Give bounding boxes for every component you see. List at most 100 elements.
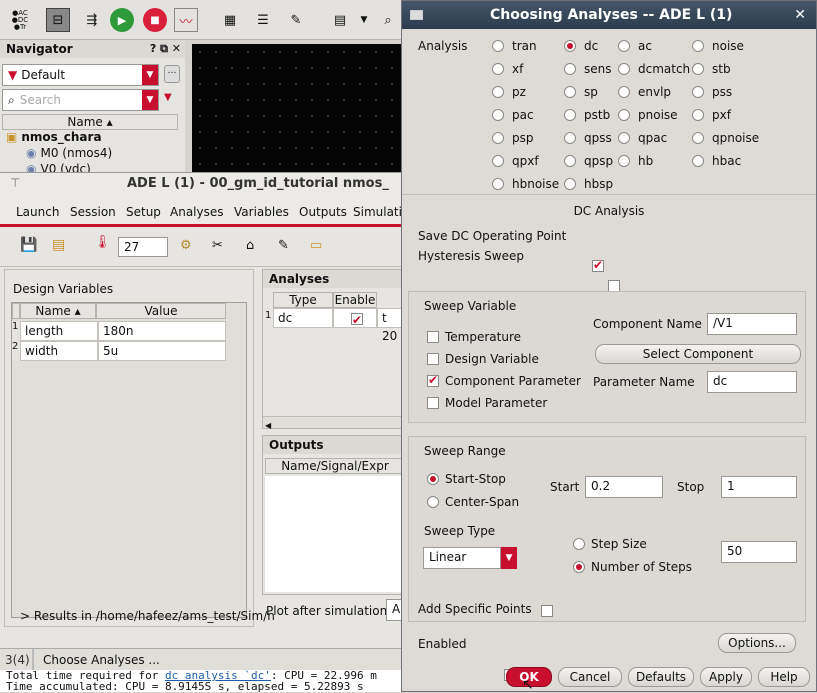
radio[interactable] xyxy=(492,86,504,98)
radio[interactable] xyxy=(618,63,630,75)
radio[interactable] xyxy=(692,132,704,144)
sweep-var-model[interactable]: Model Parameter xyxy=(427,396,547,410)
analysis-option-qpsp[interactable]: qpsp xyxy=(564,154,613,168)
analysis-option-tran[interactable]: tran xyxy=(492,39,537,53)
analysis-option-dc[interactable]: dc xyxy=(564,39,598,53)
list-icon[interactable]: ☰ xyxy=(251,8,275,32)
analysis-option-stb[interactable]: stb xyxy=(692,62,731,76)
analysis-option-pac[interactable]: pac xyxy=(492,108,534,122)
sweep-type-select[interactable]: Linear ▼ xyxy=(423,547,517,569)
num-steps-radio[interactable]: Number of Steps xyxy=(573,560,692,574)
apply-button[interactable]: Apply xyxy=(700,667,752,687)
analysis-option-qpac[interactable]: qpac xyxy=(618,131,667,145)
menu-launch[interactable]: Launch xyxy=(16,205,59,219)
radio[interactable] xyxy=(427,496,439,508)
analysis-option-hb[interactable]: hb xyxy=(618,154,653,168)
bag-icon[interactable]: ⌂ xyxy=(246,238,254,253)
start-field[interactable]: 0.2 xyxy=(585,476,663,498)
table-row[interactable]: 180n xyxy=(98,321,226,341)
ac-dc-trans-icon[interactable]: ●AC ●DC ●Tr xyxy=(8,8,32,32)
save-state-icon[interactable]: 💾 xyxy=(20,237,37,253)
panel-controls-icon[interactable]: ? ⧉ ✕ xyxy=(150,42,181,56)
horizontal-scrollbar[interactable]: ◀ xyxy=(263,416,403,430)
stop-field[interactable]: 1 xyxy=(721,476,797,498)
analysis-option-noise[interactable]: noise xyxy=(692,39,744,53)
radio[interactable] xyxy=(618,109,630,121)
analysis-enable[interactable] xyxy=(333,308,377,329)
model-library-icon[interactable]: ⚙ xyxy=(180,238,192,253)
radio[interactable] xyxy=(564,155,576,167)
analysis-option-hbnoise[interactable]: hbnoise xyxy=(492,177,559,191)
menu-variables[interactable]: Variables xyxy=(234,205,289,219)
close-icon[interactable]: ✕ xyxy=(794,7,806,23)
radio[interactable] xyxy=(492,63,504,75)
radio[interactable] xyxy=(618,132,630,144)
chevron-down-icon[interactable]: ▼ xyxy=(352,8,376,32)
calculator-icon[interactable]: ▦ xyxy=(218,8,242,32)
schematic-icon[interactable]: ⊟ xyxy=(46,8,70,32)
table-row[interactable]: 5u xyxy=(98,341,226,361)
analysis-option-hbac[interactable]: hbac xyxy=(692,154,741,168)
radio[interactable] xyxy=(492,40,504,52)
run-icon[interactable]: ▶ xyxy=(110,8,134,32)
filter-select[interactable]: ▼ Default ▼ xyxy=(2,64,159,86)
hysteresis-checkbox[interactable] xyxy=(607,279,620,292)
radio[interactable] xyxy=(692,86,704,98)
more-button[interactable]: … xyxy=(164,65,180,83)
component-name-field[interactable]: /V1 xyxy=(707,313,797,335)
analysis-option-pnoise[interactable]: pnoise xyxy=(618,108,678,122)
sweep-var-design[interactable]: Design Variable xyxy=(427,352,539,366)
center-span-radio[interactable]: Center-Span xyxy=(427,495,519,509)
cut-icon[interactable]: ✂ xyxy=(212,238,223,253)
schematic-canvas[interactable] xyxy=(192,44,407,174)
help-button[interactable]: Help xyxy=(758,667,810,687)
cancel-button[interactable]: Cancel xyxy=(558,667,622,687)
radio[interactable] xyxy=(618,40,630,52)
folder-icon[interactable]: ▭ xyxy=(310,238,322,253)
select-component-button[interactable]: Select Component xyxy=(595,344,801,364)
analysis-option-dcmatch[interactable]: dcmatch xyxy=(618,62,690,76)
column-type[interactable]: Type xyxy=(273,292,333,308)
radio[interactable] xyxy=(564,40,576,52)
menu-session[interactable]: Session xyxy=(70,205,116,219)
radio[interactable] xyxy=(618,86,630,98)
analysis-option-sens[interactable]: sens xyxy=(564,62,612,76)
add-points-checkbox[interactable] xyxy=(541,604,553,617)
outputs-list[interactable] xyxy=(265,476,403,592)
radio[interactable] xyxy=(692,40,704,52)
radio[interactable] xyxy=(492,178,504,190)
radio[interactable] xyxy=(692,155,704,167)
edit-icon[interactable]: ✎ xyxy=(284,8,308,32)
menu-setup[interactable]: Setup xyxy=(126,205,161,219)
checkbox[interactable] xyxy=(427,373,439,387)
column-name[interactable]: Name ▴ xyxy=(20,303,96,319)
table-row[interactable]: width xyxy=(20,341,98,361)
tree-item[interactable]: ◉ M0 (nmos4) xyxy=(26,146,112,160)
checkbox[interactable] xyxy=(427,353,439,365)
analysis-option-qpnoise[interactable]: qpnoise xyxy=(692,131,759,145)
column-enable[interactable]: Enable xyxy=(333,292,377,308)
radio[interactable] xyxy=(492,109,504,121)
radio[interactable] xyxy=(564,109,576,121)
analysis-option-hbsp[interactable]: hbsp xyxy=(564,177,613,191)
sweep-var-component[interactable]: Component Parameter xyxy=(427,373,581,388)
save-dc-checkbox[interactable] xyxy=(592,258,604,272)
menu-outputs[interactable]: Outputs xyxy=(299,205,347,219)
netlist-icon[interactable]: ⇶ xyxy=(80,8,104,32)
document-icon[interactable]: ▤ xyxy=(328,8,352,32)
menu-analyses[interactable]: Analyses xyxy=(170,205,224,219)
radio[interactable] xyxy=(564,178,576,190)
search-options-icon[interactable]: ▼ xyxy=(164,92,172,103)
options-button[interactable]: Options... xyxy=(718,633,796,653)
analysis-option-pstb[interactable]: pstb xyxy=(564,108,610,122)
analysis-option-pss[interactable]: pss xyxy=(692,85,732,99)
window-menu-icon[interactable] xyxy=(410,10,423,20)
analysis-option-envlp[interactable]: envlp xyxy=(618,85,671,99)
steps-field[interactable]: 50 xyxy=(721,541,797,563)
search-field[interactable]: ⌕ Search ▼ xyxy=(2,89,159,111)
checkbox[interactable] xyxy=(427,331,439,343)
step-size-radio[interactable]: Step Size xyxy=(573,537,647,551)
temperature-field[interactable]: 27 xyxy=(118,237,168,257)
analysis-option-pz[interactable]: pz xyxy=(492,85,526,99)
search-icon[interactable]: ⌕ xyxy=(376,8,400,32)
